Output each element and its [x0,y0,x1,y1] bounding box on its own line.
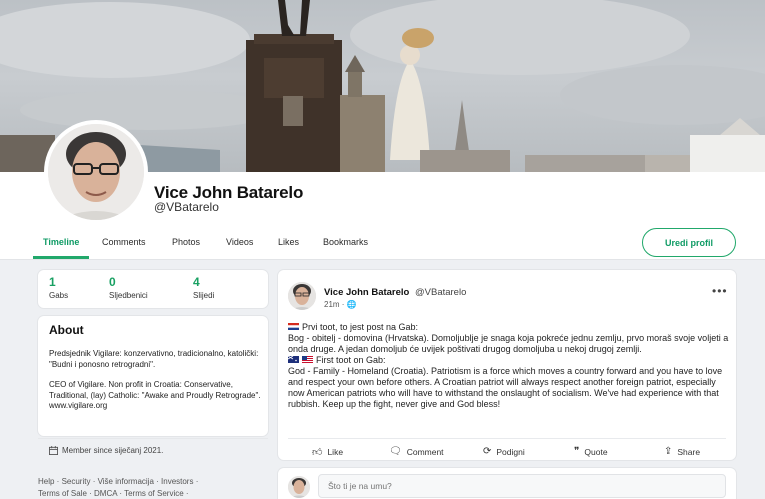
post-text-hr: Bog - obitelj - domovina (Hrvatska). Dom… [288,333,729,354]
divider [38,438,268,439]
tab-timeline[interactable]: Timeline [43,237,79,247]
post-line-hr-head: Prvi toot, to jest post na Gab: [288,322,730,333]
like-label: Like [327,447,344,457]
stat-label: Sljedbenici [109,291,148,300]
share-icon: ⇪ [664,446,673,457]
share-label: Share [677,446,701,457]
like-button[interactable]: 👍︎ Like [312,446,343,458]
globe-icon: 🌐 [346,300,357,309]
stat-label: Slijedi [193,291,215,300]
comment-icon: 🗨︎ [389,446,402,457]
footer-link-security[interactable]: Security [62,477,91,486]
edit-profile-button[interactable]: Uredi profil [642,228,736,257]
post-author-avatar[interactable] [288,282,316,310]
stat-gabs[interactable]: 1 Gabs [49,275,69,301]
about-bio: Predsjednik Vigilare: konzervativno, tra… [49,349,261,412]
tab-photos[interactable]: Photos [172,237,200,247]
post-author-name[interactable]: Vice John Batarelo [324,287,409,298]
comment-button[interactable]: 🗨︎ Comment [389,446,444,457]
post-card: Vice John Batarelo @VBatarelo 21m · 🌐 ••… [278,270,736,460]
post-text-en: God - Family - Homeland (Croatia). Patri… [288,366,723,409]
website-link[interactable]: www.vigilare.org [49,401,261,412]
calendar-icon [49,446,58,455]
post-body: Prvi toot, to jest post na Gab: Bog - ob… [288,322,730,410]
comment-label: Comment [406,446,444,457]
thumbs-up-icon: 👍︎ [312,447,323,458]
profile-avatar[interactable] [44,120,148,224]
stat-value: 0 [109,275,116,289]
tab-bookmarks[interactable]: Bookmarks [323,237,368,247]
share-button[interactable]: ⇪ Share [664,446,700,457]
post-timestamp[interactable]: 21m [324,300,340,309]
tab-videos[interactable]: Videos [226,237,253,247]
post-meta: 21m · 🌐 [324,300,357,309]
about-title: About [49,323,84,337]
stat-label: Gabs [49,291,69,300]
about-card: About Predsjednik Vigilare: konzervativn… [38,316,268,439]
profile-handle: @VBatarelo [154,200,219,214]
footer-link-terms-of-sale[interactable]: Terms of Sale [38,489,87,498]
stat-value: 1 [49,275,56,289]
quote-button[interactable]: ❞ Quote [574,446,608,457]
member-since-text: Member since siječanj 2021. [62,446,164,455]
stat-value: 4 [193,275,200,289]
croatia-flag-icon [288,323,299,330]
usa-flag-icon [302,356,313,363]
post-author-handle[interactable]: @VBatarelo [415,287,466,298]
footer-link-more-info[interactable]: Više informacija [98,477,154,486]
divider [0,259,765,260]
stats-card: 1 Gabs 0 Sljedbenici 4 Slijedi [38,270,268,308]
bio-text-hr: Predsjednik Vigilare: konzervativno, tra… [49,349,259,369]
quote-label: Quote [584,446,608,457]
compose-card [278,468,736,499]
divider [288,438,726,439]
more-options-icon[interactable]: ••• [712,284,728,298]
tab-comments[interactable]: Comments [102,237,146,247]
post-line-en-head: First toot on Gab: [288,355,730,366]
repost-icon: ⟳ [483,446,492,457]
footer-links: Help · Security · Više informacija · Inv… [38,477,199,498]
footer-link-help[interactable]: Help [38,477,54,486]
repost-button[interactable]: ⟳ Podigni [483,446,525,457]
tab-likes[interactable]: Likes [278,237,299,247]
quote-icon: ❞ [574,446,580,457]
compose-avatar [288,476,310,498]
compose-input[interactable] [318,474,726,498]
bio-text-en: CEO of Vigilare. Non profit in Croatia: … [49,380,261,400]
member-since-row: Member since siječanj 2021. [49,446,163,455]
repost-label: Podigni [496,446,525,457]
footer-link-investors[interactable]: Investors [161,477,193,486]
footer-link-dmca[interactable]: DMCA [94,489,117,498]
stat-following[interactable]: 4 Slijedi [193,275,215,301]
australia-flag-icon [288,356,299,363]
footer-link-terms-of-service[interactable]: Terms of Service [124,489,184,498]
stat-followers[interactable]: 0 Sljedbenici [109,275,148,301]
